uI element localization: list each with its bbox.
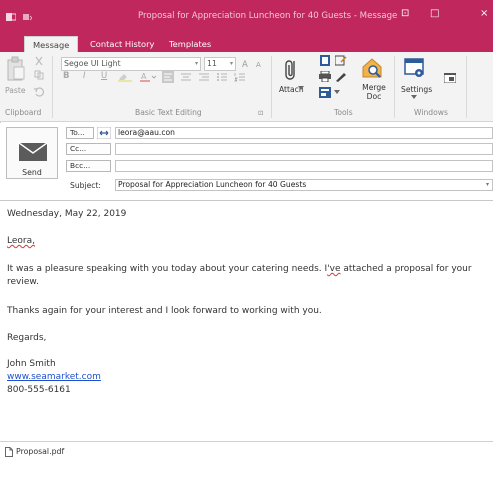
signature-website: www.seamarket.com	[7, 371, 489, 384]
paste-icon[interactable]	[6, 56, 26, 82]
pen-icon[interactable]	[335, 71, 347, 82]
chevron-down-icon	[411, 95, 417, 99]
grow-font-button[interactable]: A	[242, 60, 248, 70]
divider	[466, 56, 467, 118]
copy-icon[interactable]	[34, 70, 44, 80]
greeting-line: Leora,	[7, 235, 489, 248]
divider	[271, 56, 272, 118]
basic-text-group-label: Basic Text Editing	[135, 108, 202, 117]
check-names-icon[interactable]	[97, 127, 111, 139]
cc-button[interactable]: Cc...	[66, 143, 111, 155]
send-label: Send	[22, 168, 42, 177]
document-icon	[5, 447, 13, 457]
to-button[interactable]: To...	[66, 127, 94, 139]
dialog-launcher-icon[interactable]: ⊡	[258, 109, 263, 117]
divider	[52, 56, 53, 118]
chevron-down-icon: ▾	[229, 60, 233, 67]
numbering-icon[interactable]	[234, 71, 246, 83]
quick-access-icon[interactable]	[22, 12, 32, 22]
chevron-down-icon: ▾	[486, 181, 490, 188]
chevron-down-icon	[334, 90, 340, 94]
attachment-area: Proposal.pdf	[0, 441, 493, 501]
highlight-icon[interactable]	[118, 72, 132, 82]
send-button[interactable]: Send	[6, 127, 58, 179]
ribbon: Paste Clipboard Segoe UI Light ▾ 11 ▾ A …	[0, 52, 493, 122]
tab-contact-history[interactable]: Contact History	[90, 36, 154, 52]
address-book-icon[interactable]	[319, 55, 331, 66]
shrink-font-button[interactable]: A	[256, 61, 261, 69]
settings-button[interactable]: Settings	[401, 85, 432, 94]
font-color-icon[interactable]: A	[140, 71, 158, 83]
subject-field[interactable]: Proposal for Appreciation Luncheon for 4…	[115, 179, 493, 191]
envelope-icon	[19, 143, 47, 161]
merge-doc-icon[interactable]	[360, 57, 384, 79]
bcc-field[interactable]	[115, 160, 493, 172]
window-title: Proposal for Appreciation Luncheon for 4…	[138, 11, 398, 21]
tools-group-label: Tools	[334, 108, 353, 117]
font-size-select[interactable]: 11 ▾	[204, 57, 236, 71]
chevron-down-icon: ▾	[194, 60, 198, 67]
popout-icon[interactable]	[444, 73, 456, 83]
undo-icon[interactable]	[33, 86, 44, 97]
svg-text:A: A	[141, 72, 147, 81]
align-left-icon[interactable]	[162, 71, 174, 83]
bcc-button[interactable]: Bcc...	[66, 160, 111, 172]
closing-line: Regards,	[7, 333, 47, 343]
settings-icon[interactable]	[404, 57, 426, 79]
paragraph-1: It was a pleasure speaking with you toda…	[7, 263, 489, 289]
spelling-squiggle: 've	[327, 264, 341, 274]
windows-group-label: Windows	[414, 108, 448, 117]
paragraph-1-start: It was a pleasure speaking with you toda…	[7, 264, 328, 274]
restore-icon[interactable]: ⊡	[401, 8, 409, 19]
print-icon[interactable]	[319, 71, 331, 82]
paragraph-2: Thanks again for your interest and I loo…	[7, 306, 322, 316]
close-button[interactable]: ×	[480, 8, 488, 19]
bold-button[interactable]: B	[63, 71, 69, 81]
signature-name: John Smith	[7, 359, 56, 369]
website-link[interactable]: www.seamarket.com	[7, 372, 101, 382]
message-body[interactable]: Wednesday, May 22, 2019 Leora, It was a …	[0, 201, 493, 441]
align-center-icon[interactable]	[180, 71, 192, 83]
subject-label: Subject:	[70, 181, 101, 190]
font-name-select[interactable]: Segoe UI Light ▾	[61, 57, 201, 71]
underline-button[interactable]: U	[101, 71, 107, 81]
paperclip-icon[interactable]	[283, 57, 301, 83]
divider	[394, 56, 395, 118]
tab-message[interactable]: Message	[24, 36, 79, 52]
title-bar: Proposal for Appreciation Luncheon for 4…	[0, 0, 493, 36]
italic-button[interactable]: I	[83, 71, 86, 81]
signature-icon[interactable]	[335, 55, 347, 66]
font-size-value: 11	[207, 59, 217, 68]
cut-icon[interactable]	[34, 56, 44, 66]
font-name-value: Segoe UI Light	[64, 59, 121, 68]
signature-phone: 800-555-6161	[7, 385, 71, 395]
to-field[interactable]: leora@aau.con	[115, 127, 493, 139]
date-line: Wednesday, May 22, 2019	[7, 209, 127, 219]
outlook-app-icon[interactable]	[6, 12, 16, 22]
clipboard-group-label: Clipboard	[5, 108, 42, 117]
chevron-down-icon	[298, 86, 304, 90]
greeting-text: Leora,	[7, 236, 35, 246]
align-right-icon[interactable]	[198, 71, 210, 83]
ribbon-tabs: Message Contact History Templates	[0, 36, 493, 52]
tab-templates[interactable]: Templates	[169, 36, 211, 52]
bullets-icon[interactable]	[216, 71, 228, 83]
cc-field[interactable]	[115, 143, 493, 155]
template-icon[interactable]	[319, 87, 331, 98]
attachment-name: Proposal.pdf	[16, 447, 65, 456]
paste-label[interactable]: Paste	[5, 86, 26, 95]
maximize-button[interactable]: □	[430, 8, 439, 19]
message-header: Send To... leora@aau.con Cc... Bcc... Su…	[0, 123, 493, 201]
merge-doc-button[interactable]: Merge Doc	[361, 83, 387, 101]
